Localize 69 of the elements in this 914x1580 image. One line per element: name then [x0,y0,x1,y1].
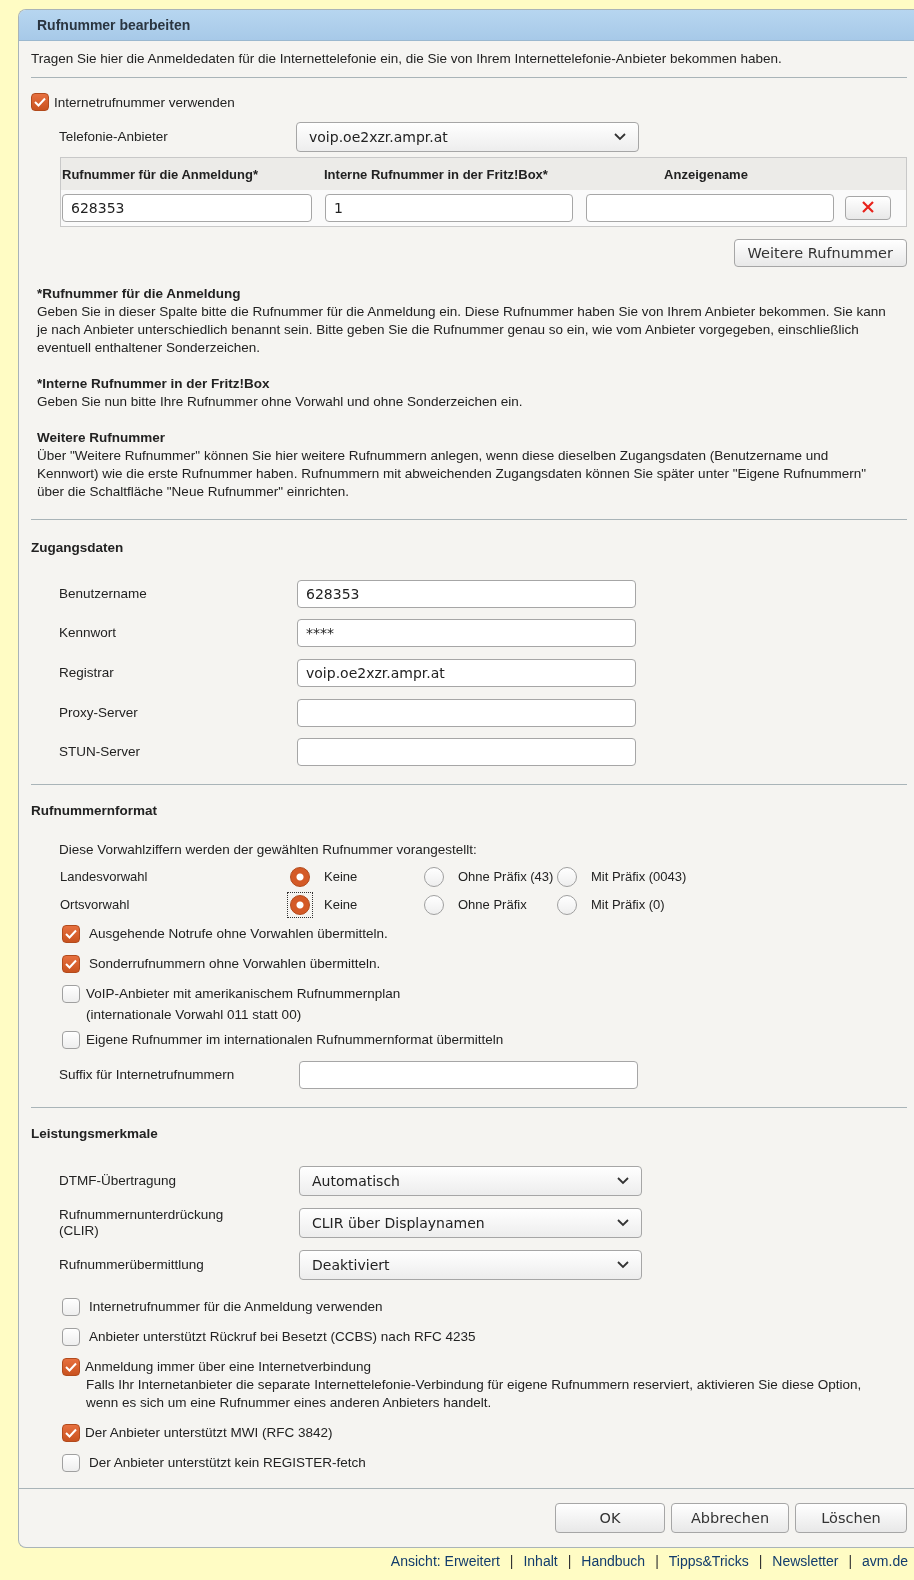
field-label: Suffix für Internetrufnummern [59,1066,236,1083]
radio-label: Ohne Präfix [458,897,528,913]
radio-group-label: Ortsvorwahl [60,897,131,913]
radio-label: Keine [324,897,359,913]
help-text: Geben Sie nun bitte Ihre Rufnummer ohne Vorwahl und ohne Sonderzeichen ein. [37,393,524,411]
radio-label: Mit Präfix (0) [591,897,666,913]
checkbox-label: Ausgehende Notrufe ohne Vorwahlen übermitteln. [89,926,388,942]
help-heading: *Rufnummer für die Anmeldung [37,285,242,303]
field-label: Proxy-Server [59,704,139,721]
radio-label: Mit Präfix (0043) [591,869,688,885]
dropdown-select[interactable]: Automatisch [299,1165,642,1196]
help-text: Über "Weitere Rufnummer" können Sie hier weitere Rufnummern anlegen, wenn diese dieselben Zugangsdaten (Benutzername und Kennwort) wie die erste Rufnummer haben. Rufnummern mit abweichenden Zugangsdaten können Sie später unter "Eigene Rufnummern" über die Schaltfläche "Neue Rufnummer" einrichten. [37,447,868,501]
help-text: Geben Sie in dieser Spalte bitte die Rufnummer für die Anmeldung ein. Diese Rufnummer haben Sie von Ihrem Anbieter bekommen. Sie kann je nach Anbieter unterschiedlich benannt sein. Bitte geben Sie die Rufnummer genau so ein, wie vom Anbieter vorgegeben, einschließlich eventuell enthaltener Sonderzeichen. [37,303,887,357]
radio-label: Keine [324,869,359,885]
separator-text: | [509,1552,514,1569]
input-field[interactable]: 628353 [297,579,636,608]
dropdown-select[interactable]: CLIR über Displaynamen [299,1207,642,1238]
dialog-button[interactable]: Abbrechen [671,1502,789,1533]
checkbox-label: VoIP-Anbieter mit amerikanischem Rufnummernplan [86,986,401,1002]
radio-label: Ohne Präfix (43) [458,869,555,885]
footer-link[interactable]: Newsletter [772,1552,839,1569]
footer-link[interactable]: avm.de [862,1552,908,1569]
checkbox-label: Internetrufnummer verwenden [54,94,235,110]
field-label: Registrar [59,665,115,681]
dropdown-select[interactable]: Deaktiviert [299,1249,642,1280]
input-field[interactable]: 1 [325,194,573,222]
provider-select[interactable]: voip.oe2xzr.ampr.at [296,122,639,152]
separator-text: | [655,1552,659,1569]
description-text: Diese Vorwahlziffern werden der gewählten Rufnummer vorangestellt: [59,842,477,858]
help-heading: Weitere Rufnummer [37,429,167,447]
intro-text: Tragen Sie hier die Anmeldedaten für die Internettelefonie ein, die Sie von Ihrem Internettelefonie-Anbieter bekommen haben. [31,41,907,78]
checkbox-label: Sonderrufnummern ohne Vorwahlen übermitteln. [89,956,381,972]
footer-link[interactable]: Ansicht: Erweitert [390,1552,500,1569]
dialog-button[interactable]: OK [555,1502,665,1533]
field-label: Telefonie-Anbieter [59,129,169,145]
checkbox-note: (internationale Vorwahl 011 statt 00) [86,1006,302,1022]
separator-text: | [758,1552,763,1569]
field-label: Rufnummernunterdrückung (CLIR) [59,1206,225,1239]
help-heading: *Interne Rufnummer in der Fritz!Box [37,375,271,393]
section-title: Leistungsmerkmale [31,1125,159,1144]
checkbox-label: Der Anbieter unterstützt MWI (RFC 3842) [85,1425,333,1441]
column-header: Interne Rufnummer in der Fritz!Box* [324,166,549,182]
column-header: Anzeigename [663,166,749,182]
checkbox-label: Der Anbieter unterstützt kein REGISTER-fetch [89,1455,366,1471]
footer-link[interactable]: Tipps&Tricks [668,1552,749,1569]
checkbox-label: Internetrufnummer für die Anmeldung verwenden [89,1299,383,1315]
field-label: Kennwort [59,625,118,642]
radio-group-label: Landesvorwahl [60,869,149,885]
input-field[interactable]: voip.oe2xzr.ampr.at [297,659,636,687]
checkbox-note: Falls Ihr Internetanbieter die separate Internettelefonie-Verbindung für eigene Rufnummern reserviert, aktivieren Sie diese Option, wenn es sich um eine Rufnummer eines anderen Anbieters handelt. [86,1375,863,1412]
field-label: Rufnummerübermittlung [59,1256,205,1273]
input-field[interactable]: **** [297,619,636,648]
checkbox-label: Anbieter unterstützt Rückruf bei Besetzt (CCBS) nach RFC 4235 [89,1329,476,1345]
field-label: Benutzername [59,585,148,602]
input-field[interactable]: 628353 [62,194,312,222]
section-title: Zugangsdaten [31,538,125,557]
footer-link[interactable]: Inhalt [523,1552,558,1569]
dialog-button[interactable]: Löschen [795,1502,907,1533]
checkbox-label: Anmeldung immer über eine Internetverbindung [85,1359,371,1375]
separator-text: | [567,1552,572,1569]
field-label: STUN-Server [59,744,141,761]
section-title: Rufnummernformat [31,802,158,821]
separator-text: | [848,1552,853,1569]
field-label: DTMF-Übertragung [59,1172,178,1189]
checkbox-label: Eigene Rufnummer im internationalen Rufnummernformat übermitteln [86,1032,504,1048]
add-number-button[interactable]: Weitere Rufnummer [733,239,907,267]
column-header: Rufnummer für die Anmeldung* [62,166,259,182]
dialog-title: Rufnummer bearbeiten [19,10,914,41]
footer-link[interactable]: Handbuch [581,1552,646,1569]
